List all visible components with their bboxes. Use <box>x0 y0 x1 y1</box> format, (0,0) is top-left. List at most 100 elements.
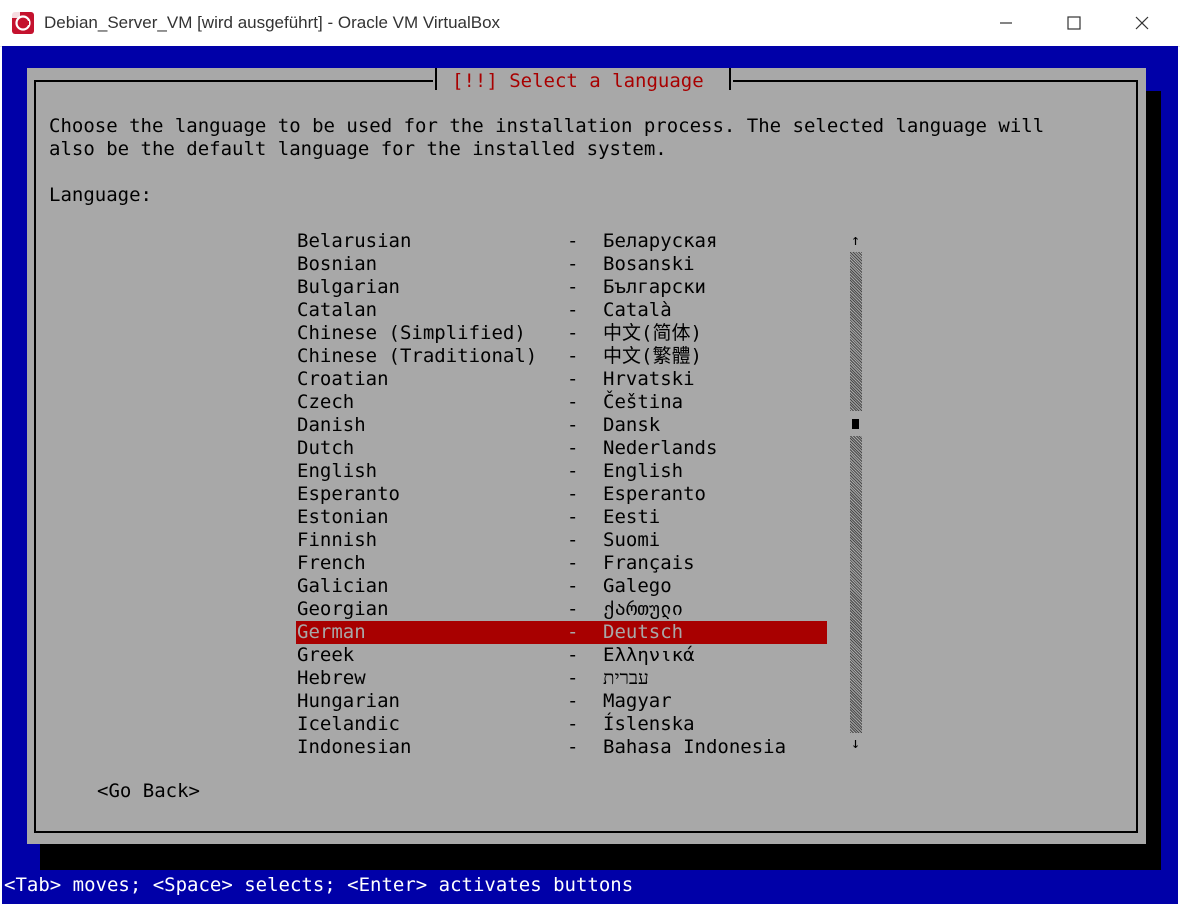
go-back-button[interactable]: <Go Back> <box>97 780 200 803</box>
title-bracket-right <box>729 68 731 90</box>
language-name: Finnish <box>297 529 378 551</box>
language-separator: - <box>567 667 579 689</box>
language-name: French <box>297 552 366 574</box>
language-native-name: Nederlands <box>603 437 718 459</box>
language-native-name: עברית <box>603 667 649 689</box>
language-separator: - <box>567 230 579 252</box>
language-native-name: Български <box>603 276 706 298</box>
language-separator: - <box>567 621 579 643</box>
language-native-name: 中文(简体) <box>603 322 702 344</box>
language-native-name: Bahasa Indonesia <box>603 736 787 758</box>
scroll-down-arrow-icon[interactable]: ↓ <box>851 734 860 752</box>
language-separator: - <box>567 506 579 528</box>
language-separator: - <box>567 460 579 482</box>
language-separator: - <box>567 437 579 459</box>
language-native-name: Ελληνικά <box>603 644 695 666</box>
language-name: English <box>297 460 378 482</box>
language-native-name: Català <box>603 299 672 321</box>
language-native-name: Esperanto <box>603 483 706 505</box>
scrollbar-thumb[interactable] <box>852 419 859 429</box>
close-button[interactable] <box>1112 0 1172 46</box>
language-name: Croatian <box>297 368 389 390</box>
scroll-up-arrow-icon[interactable]: ↑ <box>851 231 860 249</box>
language-option[interactable]: Catalan - Català <box>296 299 827 322</box>
language-option[interactable]: Chinese (Simplified) - 中文(简体) <box>296 322 827 345</box>
language-native-name: Беларуская <box>603 230 718 252</box>
language-name: Georgian <box>297 598 389 620</box>
language-separator: - <box>567 690 579 712</box>
language-option[interactable]: Hungarian - Magyar <box>296 690 827 713</box>
language-name: Hungarian <box>297 690 400 712</box>
language-option[interactable]: Georgian - ქართული <box>296 598 827 621</box>
title-bracket-left <box>435 68 437 90</box>
maximize-button[interactable] <box>1044 0 1104 46</box>
language-option[interactable]: Croatian - Hrvatski <box>296 368 827 391</box>
language-separator: - <box>567 483 579 505</box>
language-name: German <box>297 621 366 643</box>
language-option[interactable]: Greek - Ελληνικά <box>296 644 827 667</box>
dialog-title: [!!] Select a language <box>452 70 704 92</box>
language-separator: - <box>567 552 579 574</box>
language-native-name: Galego <box>603 575 672 597</box>
language-option[interactable]: Belarusian - Беларуская <box>296 230 827 253</box>
language-option[interactable]: Bulgarian - Български <box>296 276 827 299</box>
language-name: Greek <box>297 644 355 666</box>
language-option[interactable]: German - Deutsch <box>296 621 827 644</box>
window-titlebar: Debian_Server_VM [wird ausgeführt] - Ora… <box>0 0 1180 47</box>
language-name: Danish <box>297 414 366 436</box>
language-name: Indonesian <box>297 736 412 758</box>
language-option[interactable]: Esperanto - Esperanto <box>296 483 827 506</box>
language-separator: - <box>567 575 579 597</box>
language-option[interactable]: French - Français <box>296 552 827 575</box>
language-option[interactable]: Bosnian - Bosanski <box>296 253 827 276</box>
language-list-label: Language: <box>49 184 152 206</box>
minimize-icon <box>1000 22 1012 24</box>
language-option[interactable]: Icelandic - Íslenska <box>296 713 827 736</box>
language-option[interactable]: Chinese (Traditional) - 中文(繁體) <box>296 345 827 368</box>
language-option[interactable]: Indonesian - Bahasa Indonesia <box>296 736 827 759</box>
language-name: Chinese (Simplified) <box>297 322 526 344</box>
scrollbar-track-upper[interactable] <box>850 252 862 411</box>
language-option[interactable]: Galician - Galego <box>296 575 827 598</box>
language-option[interactable]: Finnish - Suomi <box>296 529 827 552</box>
language-name: Bosnian <box>297 253 378 275</box>
language-option[interactable]: Czech - Čeština <box>296 391 827 414</box>
language-name: Catalan <box>297 299 378 321</box>
language-name: Hebrew <box>297 667 366 689</box>
language-native-name: Dansk <box>603 414 661 436</box>
language-native-name: Bosanski <box>603 253 695 275</box>
language-native-name: 中文(繁體) <box>603 345 702 367</box>
vm-display[interactable]: [!!] Select a language Choose the langua… <box>2 46 1178 904</box>
language-name: Chinese (Traditional) <box>297 345 538 367</box>
description-line-2: also be the default language for the ins… <box>49 138 667 160</box>
language-separator: - <box>567 529 579 551</box>
language-name: Icelandic <box>297 713 400 735</box>
language-dialog: [!!] Select a language Choose the langua… <box>27 68 1146 844</box>
language-separator: - <box>567 391 579 413</box>
language-name: Belarusian <box>297 230 412 252</box>
language-separator: - <box>567 322 579 344</box>
language-option[interactable]: Hebrew - עברית <box>296 667 827 690</box>
scrollbar-track-lower[interactable] <box>850 436 862 733</box>
minimize-button[interactable] <box>976 0 1036 46</box>
virtualbox-debian-icon <box>12 12 34 34</box>
language-native-name: ქართული <box>603 598 684 620</box>
close-icon <box>1135 16 1149 30</box>
language-separator: - <box>567 736 579 758</box>
language-native-name: English <box>603 460 684 482</box>
language-native-name: Eesti <box>603 506 661 528</box>
language-option[interactable]: English - English <box>296 460 827 483</box>
language-separator: - <box>567 299 579 321</box>
language-name: Esperanto <box>297 483 400 505</box>
language-name: Bulgarian <box>297 276 400 298</box>
language-option[interactable]: Dutch - Nederlands <box>296 437 827 460</box>
language-name: Galician <box>297 575 389 597</box>
language-native-name: Deutsch <box>603 621 684 643</box>
language-name: Czech <box>297 391 355 413</box>
language-option[interactable]: Estonian - Eesti <box>296 506 827 529</box>
language-option[interactable]: Danish - Dansk <box>296 414 827 437</box>
language-separator: - <box>567 276 579 298</box>
language-name: Estonian <box>297 506 389 528</box>
language-separator: - <box>567 644 579 666</box>
language-separator: - <box>567 598 579 620</box>
